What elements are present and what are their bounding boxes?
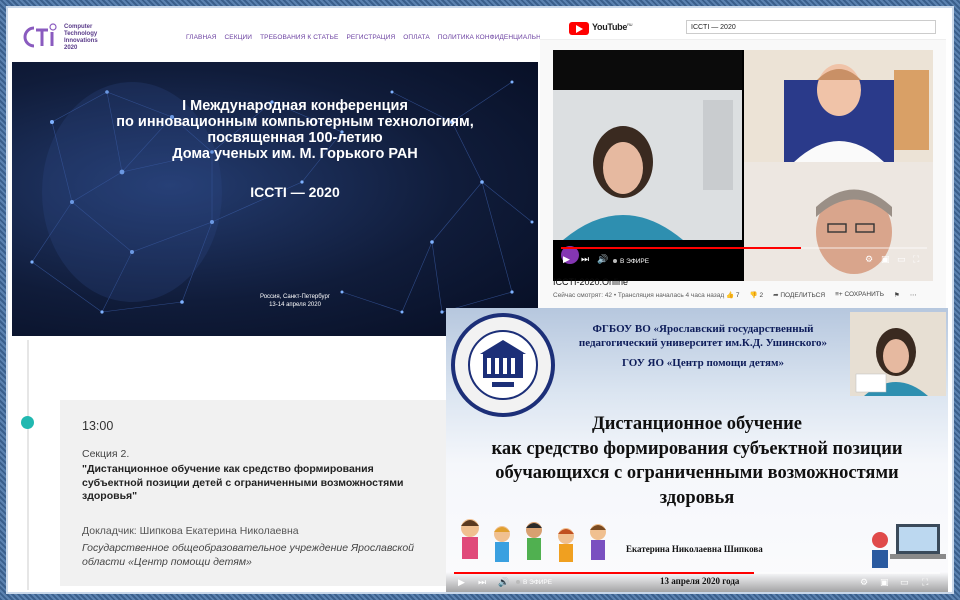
slide-title-line: как средство формирования субъектной поз… xyxy=(491,438,903,459)
site-header: Computer Technology Innovations 2020 ГЛА… xyxy=(12,16,559,62)
slide-theater-mode-icon[interactable]: ▭ xyxy=(900,577,909,588)
program-card: 13:00 Секция 2. "Дистанционное обучение … xyxy=(60,400,450,586)
nav-item-home[interactable]: ГЛАВНАЯ xyxy=(186,34,217,41)
timeline-dot-icon xyxy=(21,416,34,429)
theater-mode-icon[interactable]: ▭ xyxy=(897,254,906,265)
logo-line: 2020 xyxy=(64,45,78,51)
slide-title-line: обучающихся с ограниченными возможностям… xyxy=(495,463,899,483)
save-button[interactable]: ≡+ СОХРАНИТЬ xyxy=(835,291,884,299)
slide-title-line: Дистанционное обучение xyxy=(591,414,802,434)
classroom-laptop-illustration-icon xyxy=(872,524,946,568)
volume-icon[interactable]: 🔊 xyxy=(597,254,608,265)
slide-date: 13 апреля 2020 года xyxy=(660,576,740,586)
logo-line: Computer xyxy=(64,24,93,30)
video-tile-empty xyxy=(553,50,742,90)
slide-header-org: ГОУ ЯО «Центр помощи детям» xyxy=(622,357,784,369)
slide-header: ФГБОУ ВО «Ярославский государственный пе… xyxy=(558,322,848,370)
slide-next-icon[interactable]: ⏭ xyxy=(478,577,486,588)
talk-speaker: Докладчик: Шипкова Екатерина Николаевна xyxy=(82,525,299,537)
nav-item-registration[interactable]: РЕГИСТРАЦИЯ xyxy=(346,34,395,41)
slide-live-badge[interactable]: В ЭФИРЕ xyxy=(516,579,552,586)
share-label: ПОДЕЛИТЬСЯ xyxy=(780,292,826,299)
youtube-brand-text: YouTube xyxy=(592,22,628,32)
hero-title-line: посвященная 100-летию xyxy=(207,130,383,146)
session-time: 13:00 xyxy=(82,419,114,433)
next-icon[interactable]: ⏭ xyxy=(581,254,589,265)
slide-miniplayer-icon[interactable]: ▣ xyxy=(880,577,889,588)
play-icon[interactable]: ▶ xyxy=(563,254,570,265)
youtube-window: YouTubeRU ICCTI — 2020 ▶ ⏭ 🔊 В ЭФИРЕ ⚙ ▣… xyxy=(540,14,946,308)
conference-name: ICCTI — 2020 xyxy=(250,184,340,200)
youtube-progress-fill xyxy=(561,247,801,249)
slide-progress-bar[interactable] xyxy=(454,572,940,574)
video-tile-participant-woman xyxy=(553,90,742,240)
conference-place: Россия, Санкт-Петербург xyxy=(259,294,331,300)
more-options-icon[interactable]: ⋯ xyxy=(910,291,917,299)
youtube-region: RU xyxy=(627,22,633,27)
slide-author: Екатерина Николаевна Шипкова xyxy=(626,544,763,554)
youtube-logo-icon[interactable] xyxy=(569,22,589,35)
slide-volume-icon[interactable]: 🔊 xyxy=(498,577,509,588)
youtube-progress-bar[interactable] xyxy=(561,247,927,249)
miniplayer-icon[interactable]: ▣ xyxy=(881,254,890,265)
young-man-avatar-image xyxy=(744,50,933,162)
woman-avatar-image xyxy=(553,90,742,240)
logo-text: Computer Technology Innovations 2020 xyxy=(64,24,124,52)
dislike-count: 2 xyxy=(759,292,764,299)
speaker-organization: Государственное общеобразовательное учре… xyxy=(82,542,415,568)
youtube-search-input[interactable] xyxy=(686,20,936,34)
hero-title-line: Дома ученых им. М. Горького РАН xyxy=(172,146,418,162)
slide-settings-gear-icon[interactable]: ⚙ xyxy=(860,577,868,588)
talk-title: "Дистанционное обучение как средство фор… xyxy=(82,463,404,502)
youtube-brand: YouTubeRU xyxy=(592,22,633,32)
presenter-avatar-image xyxy=(850,312,946,396)
slide-progress-fill xyxy=(454,572,754,574)
settings-gear-icon[interactable]: ⚙ xyxy=(865,254,873,265)
slide-title-line: здоровья xyxy=(659,487,735,508)
timeline-line xyxy=(27,340,29,590)
logo-line: Innovations xyxy=(64,38,98,44)
session-section: Секция 2. xyxy=(82,448,130,460)
slide-header-line: педагогический университет им.К.Д. Ушинс… xyxy=(578,337,828,349)
report-flag-icon[interactable]: ⚑ xyxy=(894,291,900,299)
slide-play-icon[interactable]: ▶ xyxy=(458,577,465,588)
presentation-video-player[interactable]: ФГБОУ ВО «Ярославский государственный пе… xyxy=(446,308,948,592)
cti-logo-icon[interactable] xyxy=(20,22,60,52)
slide-title: Дистанционное обучение как средство форм… xyxy=(446,412,948,510)
dislike-button[interactable]: 👎 2 xyxy=(750,291,764,299)
hero-title-line: I Международная конференция xyxy=(182,98,408,114)
like-button[interactable]: 👍 7 xyxy=(726,291,740,299)
children-illustration-icon xyxy=(461,519,606,562)
conference-place-date: Россия, Санкт-Петербург 13-14 апреля 202… xyxy=(0,293,590,309)
share-button[interactable]: ➦ ПОДЕЛИТЬСЯ xyxy=(773,291,825,299)
video-tile-participant-man-young xyxy=(744,50,933,162)
youtube-topbar: YouTubeRU xyxy=(540,14,946,40)
hero-title-line: по инновационным компьютерным технология… xyxy=(116,114,474,130)
fullscreen-icon[interactable]: ⛶ xyxy=(913,254,919,265)
save-label: СОХРАНИТЬ xyxy=(844,291,884,298)
university-seal-icon xyxy=(451,313,555,417)
slide-header-line: ФГБОУ ВО «Ярославский государственный xyxy=(592,323,814,335)
hero-title: I Международная конференция по инновацио… xyxy=(0,98,590,162)
live-badge[interactable]: В ЭФИРЕ xyxy=(613,258,649,265)
nav-item-requirements[interactable]: ТРЕБОВАНИЯ К СТАТЬЕ xyxy=(260,34,338,41)
presenter-webcam xyxy=(850,312,946,396)
site-nav: ГЛАВНАЯ СЕКЦИИ ТРЕБОВАНИЯ К СТАТЬЕ РЕГИС… xyxy=(186,34,560,41)
video-title[interactable]: ICCTI-2020.Online xyxy=(553,277,628,287)
youtube-video-player[interactable]: ▶ ⏭ 🔊 В ЭФИРЕ ⚙ ▣ ▭ ⛶ xyxy=(553,50,933,281)
logo-line: Technology xyxy=(64,31,98,37)
like-count: 7 xyxy=(735,292,740,299)
video-actions: 👍 7 👎 2 ➦ ПОДЕЛИТЬСЯ ≡+ СОХРАНИТЬ ⚑ ⋯ xyxy=(726,291,916,299)
slide-fullscreen-icon[interactable]: ⛶ xyxy=(922,577,928,588)
nav-item-sections[interactable]: СЕКЦИИ xyxy=(225,34,253,41)
nav-item-payment[interactable]: ОПЛАТА xyxy=(403,34,430,41)
